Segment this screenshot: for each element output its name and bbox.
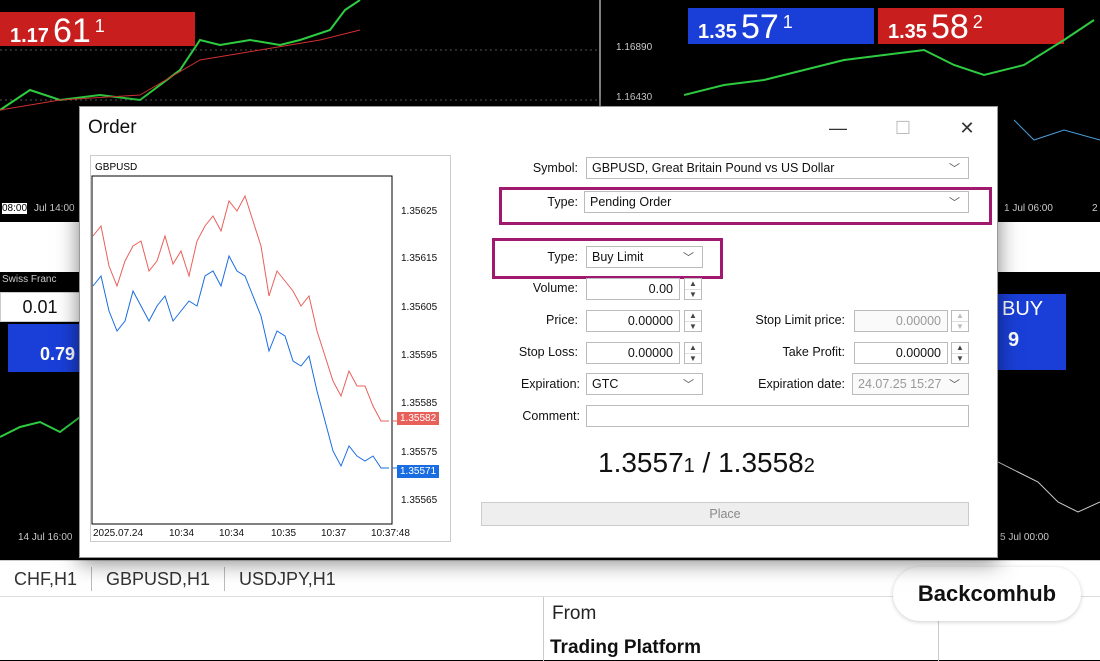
chevron-down-icon: ﹀ xyxy=(949,197,960,209)
type-select[interactable]: Pending Order ﹀ xyxy=(584,191,969,213)
lot-field[interactable]: 0.01 xyxy=(0,292,80,322)
divider xyxy=(543,597,544,661)
trading-platform-label: Trading Platform xyxy=(550,637,701,658)
y-tick: 1.35595 xyxy=(401,350,438,361)
x-tick: 10:35 xyxy=(271,528,297,539)
price-label: Price: xyxy=(546,313,578,327)
symbol-select[interactable]: GBPUSD, Great Britain Pound vs US Dollar… xyxy=(586,157,969,179)
expiration-date-picker[interactable]: 24.07.25 15:27 ﹀ xyxy=(852,373,969,395)
tick-chart: GBPUSD 1.35625 1.35615 1.35605 1.35595 1… xyxy=(90,155,451,542)
maximize-button[interactable]: ☐ xyxy=(883,113,923,143)
y-tick: 1.35585 xyxy=(401,398,438,409)
chevron-down-icon[interactable]: ▼ xyxy=(685,354,701,364)
take-profit-label: Take Profit: xyxy=(782,345,845,359)
order-type-select[interactable]: Buy Limit ﹀ xyxy=(586,246,703,268)
x-tick: 10:37 xyxy=(321,528,347,539)
tab-chf[interactable]: CHF,H1 xyxy=(0,566,93,591)
volume-label: Volume: xyxy=(532,281,578,295)
chevron-up-icon[interactable]: ▲ xyxy=(685,343,701,354)
x-tick: 2025.07.24 xyxy=(93,528,144,539)
volume-input[interactable]: 0.00 xyxy=(586,278,680,300)
dialog-title: Order xyxy=(88,117,137,138)
expiration-label: Expiration: xyxy=(520,377,580,391)
stop-loss-stepper[interactable]: ▲ ▼ xyxy=(684,342,702,364)
stop-loss-input[interactable]: 0.00000 xyxy=(586,342,680,364)
y-tick: 1.35625 xyxy=(401,206,438,217)
type-label: Type: xyxy=(547,195,578,209)
volume-stepper[interactable]: ▲ ▼ xyxy=(684,278,702,300)
chevron-down-icon: ﹀ xyxy=(683,379,694,391)
chevron-up-icon[interactable]: ▲ xyxy=(685,279,701,290)
backcomhub-logo: Backcomhub xyxy=(893,567,1081,621)
tab-gbpusd[interactable]: GBPUSD,H1 xyxy=(92,566,226,591)
from-label: From xyxy=(552,603,597,624)
chevron-up-icon[interactable]: ▲ xyxy=(685,311,701,322)
chevron-down-icon[interactable]: ▼ xyxy=(685,322,701,332)
stop-limit-label: Stop Limit price: xyxy=(755,313,845,327)
bid-ask-quote: 1.35571 / 1.35582 xyxy=(598,447,815,478)
x-tick: 10:37:48 xyxy=(371,528,410,539)
chevron-up-icon[interactable]: ▲ xyxy=(952,343,968,354)
chevron-down-icon[interactable]: ▼ xyxy=(952,354,968,364)
y-tick: 1.35605 xyxy=(401,302,438,313)
chart-header xyxy=(998,222,1100,272)
oscillator xyxy=(998,461,1100,513)
take-profit-stepper[interactable]: ▲ ▼ xyxy=(951,342,969,364)
y-tick: 1.35565 xyxy=(401,495,438,506)
stop-loss-label: Stop Loss: xyxy=(518,345,578,359)
y-tick: 1.35575 xyxy=(401,447,438,458)
price-input[interactable]: 0.00000 xyxy=(586,310,680,332)
y-tick: 1.35615 xyxy=(401,253,438,264)
buy-button[interactable]: BUY 9 xyxy=(998,294,1066,370)
comment-label: Comment: xyxy=(522,409,580,423)
take-profit-input[interactable]: 0.00000 xyxy=(854,342,948,364)
chevron-down-icon: ﹀ xyxy=(949,163,960,175)
chevron-down-icon: ﹀ xyxy=(683,252,694,264)
stop-limit-stepper[interactable]: ▲ ▼ xyxy=(951,310,969,332)
tab-usdjpy[interactable]: USDJPY,H1 xyxy=(225,567,350,591)
order-dialog: Order — ☐ ✕ GBPUSD 1.35625 1.35615 1.356… xyxy=(79,106,998,558)
order-type-label: Type: xyxy=(547,250,578,264)
chart-usdjpy[interactable]: BUY 9 5 Jul 00:00 xyxy=(998,222,1100,560)
x-tick: 10:34 xyxy=(169,528,195,539)
minimize-button[interactable]: — xyxy=(818,113,858,143)
tick-chart-plot xyxy=(91,175,401,525)
bid-price-tag: 1.35571 xyxy=(397,465,440,478)
comment-input[interactable] xyxy=(586,405,969,427)
x-tick: 10:34 xyxy=(219,528,245,539)
histogram xyxy=(0,416,80,438)
expiration-select[interactable]: GTC ﹀ xyxy=(586,373,703,395)
ask-price-tag: 1.35582 xyxy=(397,412,440,425)
price-stepper[interactable]: ▲ ▼ xyxy=(684,310,702,332)
chart-usdchf[interactable]: Swiss Franc 0.01 0.79 14 Jul 16:00 xyxy=(0,222,80,560)
chart-header xyxy=(0,222,80,272)
close-button[interactable]: ✕ xyxy=(947,113,987,143)
stop-limit-input[interactable]: 0.00000 xyxy=(854,310,948,332)
chevron-down-icon: ﹀ xyxy=(949,379,960,391)
chevron-down-icon[interactable]: ▼ xyxy=(685,290,701,300)
chevron-down-icon[interactable]: ▼ xyxy=(952,322,968,332)
buy-price-box[interactable]: 0.79 xyxy=(8,324,80,372)
place-button[interactable]: Place xyxy=(481,502,969,526)
expiration-date-label: Expiration date: xyxy=(758,377,845,391)
symbol-label: Symbol: xyxy=(532,161,578,175)
chevron-up-icon[interactable]: ▲ xyxy=(952,311,968,322)
